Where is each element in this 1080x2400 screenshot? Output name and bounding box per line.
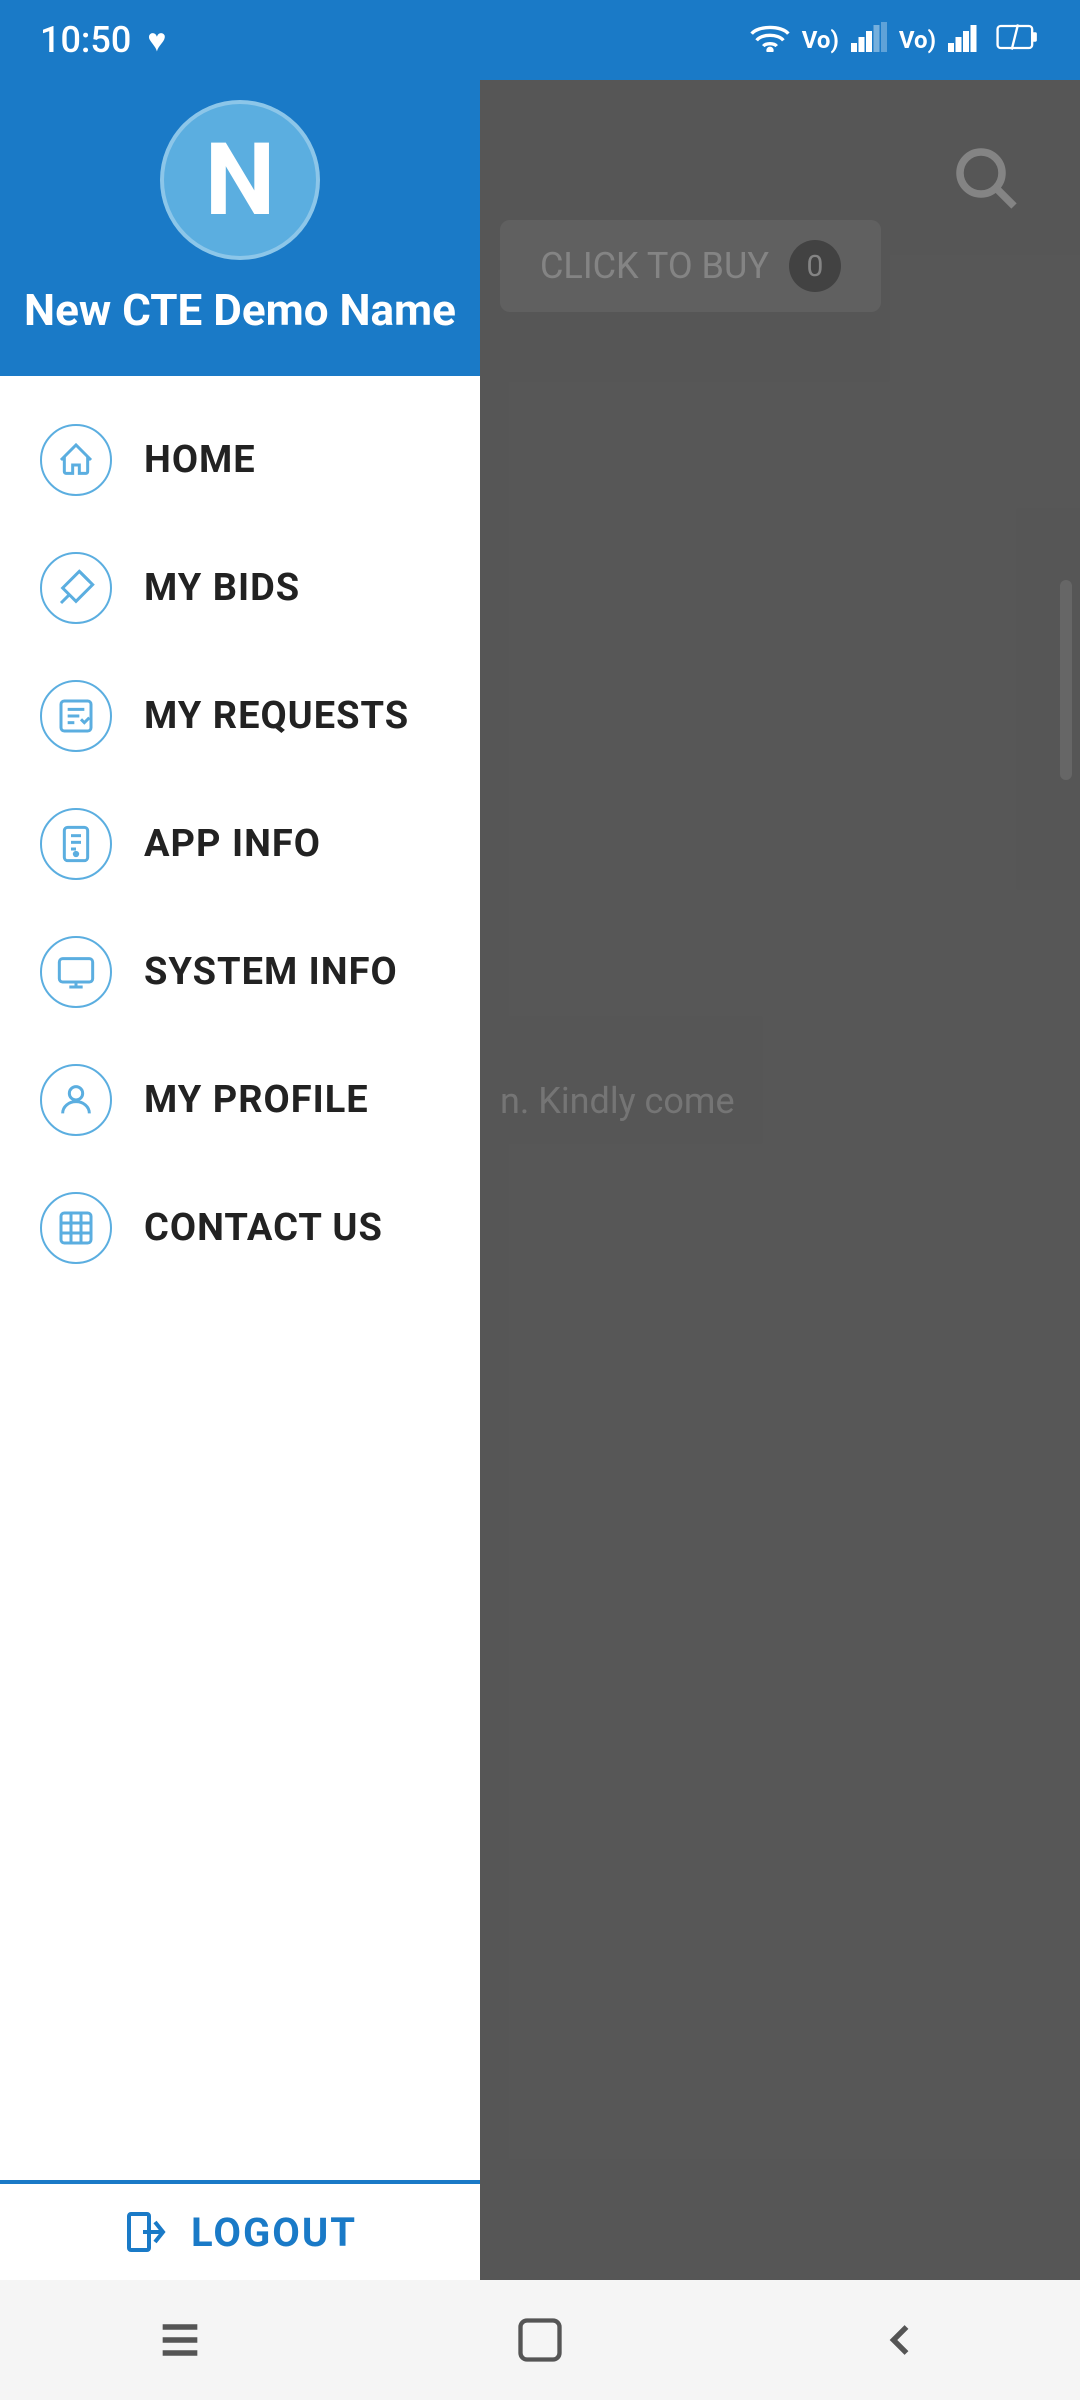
sidebar-item-my-bids-label: MY BIDS (144, 566, 300, 610)
nav-bar-back-button[interactable] (850, 2290, 950, 2390)
status-time: 10:50 (40, 19, 131, 61)
battery-icon (996, 22, 1040, 59)
nav-bar-home-button[interactable] (490, 2290, 590, 2390)
sidebar-drawer: N New CTE Demo Name HOME (0, 0, 480, 2280)
logout-bar[interactable]: LOGOUT (0, 2180, 480, 2280)
lte1-icon: Vo) (802, 26, 839, 54)
logout-label: LOGOUT (191, 2209, 357, 2256)
sidebar-item-system-info[interactable]: SYSTEM INFO (0, 908, 480, 1036)
sidebar-item-system-info-label: SYSTEM INFO (144, 950, 398, 994)
contact-us-icon-circle (40, 1192, 112, 1264)
signal1-icon (851, 22, 887, 59)
nav-bar-menu-button[interactable] (130, 2290, 230, 2390)
status-bar: 10:50 ♥ Vo) Vo) (0, 0, 1080, 80)
sidebar-item-my-bids[interactable]: MY BIDS (0, 524, 480, 652)
nav-list: HOME MY BIDS (0, 376, 480, 2210)
logout-icon (123, 2208, 171, 2256)
sidebar-item-app-info-label: APP INFO (144, 822, 321, 866)
sidebar-item-contact-us-label: CONTACT US (144, 1206, 383, 1250)
my-profile-icon-circle (40, 1064, 112, 1136)
sidebar-item-my-requests-label: MY REQUESTS (144, 694, 409, 738)
my-bids-icon-circle (40, 552, 112, 624)
lte2-icon: Vo) (899, 26, 936, 54)
sidebar-item-contact-us[interactable]: CONTACT US (0, 1164, 480, 1292)
heart-icon: ♥ (147, 21, 166, 59)
app-info-icon-circle (40, 808, 112, 880)
avatar: N (160, 100, 320, 260)
user-name: New CTE Demo Name (24, 284, 456, 336)
system-info-icon-circle (40, 936, 112, 1008)
home-icon-circle (40, 424, 112, 496)
sidebar-item-my-profile-label: MY PROFILE (144, 1078, 369, 1122)
wifi-icon (750, 22, 790, 59)
sidebar-item-my-profile[interactable]: MY PROFILE (0, 1036, 480, 1164)
sidebar-item-my-requests[interactable]: MY REQUESTS (0, 652, 480, 780)
avatar-letter: N (205, 122, 276, 239)
drawer-overlay[interactable] (480, 0, 1080, 2280)
sidebar-item-home-label: HOME (144, 438, 256, 482)
sidebar-item-home[interactable]: HOME (0, 396, 480, 524)
sidebar-item-app-info[interactable]: APP INFO (0, 780, 480, 908)
nav-bar (0, 2280, 1080, 2400)
signal2-icon (948, 22, 984, 59)
my-requests-icon-circle (40, 680, 112, 752)
